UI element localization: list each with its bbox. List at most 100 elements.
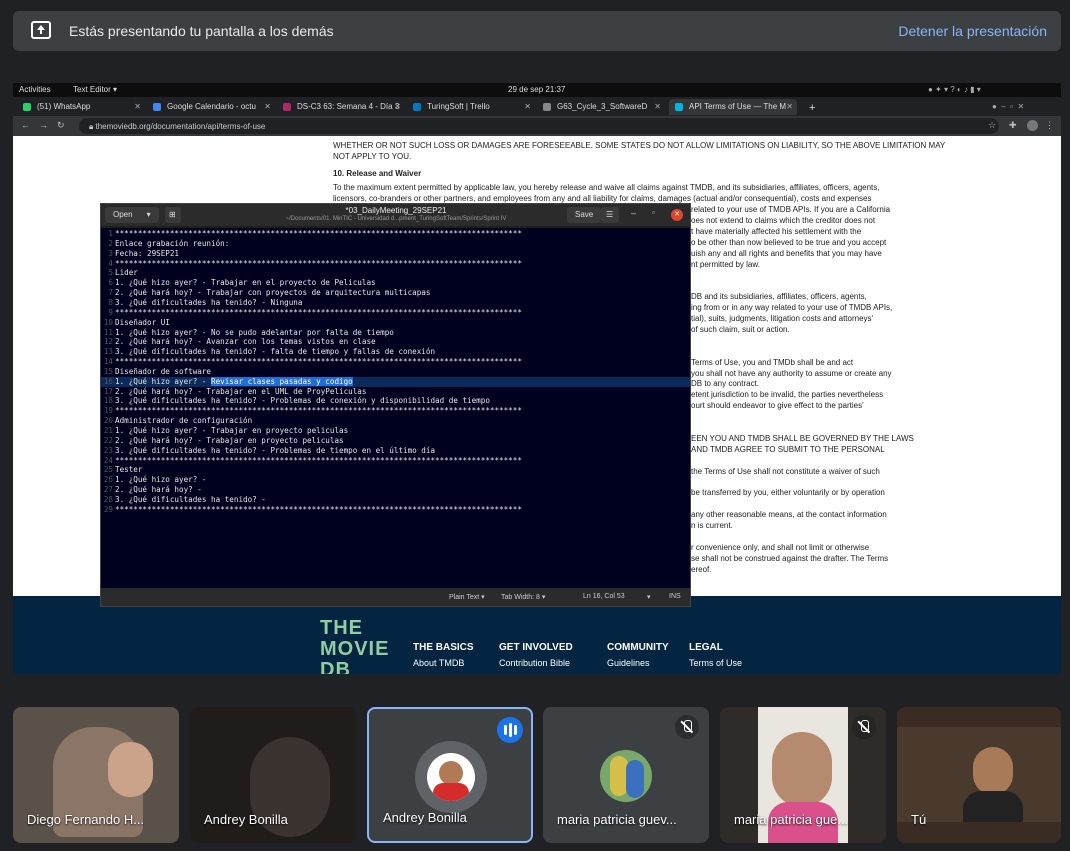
profile-avatar[interactable]	[1027, 120, 1038, 131]
code-line[interactable]: 1 ***************************************…	[101, 229, 690, 239]
close-tab-icon[interactable]: ✕	[264, 102, 271, 111]
code-line[interactable]: 2 Enlace grabación reunión:	[101, 239, 690, 249]
url-input[interactable]: 🔒︎ themoviedb.org/documentation/api/term…	[79, 118, 999, 134]
browser-tab[interactable]: G63_Cycle_3_SoftwareD ✕	[537, 99, 665, 115]
forward-icon[interactable]: →	[39, 120, 48, 130]
reload-icon[interactable]: ↻	[57, 120, 65, 131]
code-line[interactable]: 25 Tester	[101, 465, 690, 475]
window-controls[interactable]: ● – ▫ ✕	[988, 99, 1058, 115]
browser-tab[interactable]: DS-C3 63: Semana 4 - Día 3 ✕	[277, 99, 405, 115]
code-line[interactable]: 3 Fecha: 29SEP21	[101, 249, 690, 259]
close-tab-icon[interactable]: ✕	[524, 102, 531, 111]
footer-link[interactable]: About TMDB	[413, 657, 474, 669]
line-text: 2. ¿Qué hará hoy? -	[115, 485, 202, 495]
code-line[interactable]: 5 Lider	[101, 268, 690, 278]
code-line[interactable]: 10 Diseñador UI	[101, 318, 690, 328]
close-window-icon[interactable]: ✕	[671, 209, 683, 221]
activities-button[interactable]: Activities	[19, 85, 51, 94]
code-line[interactable]: 24 **************************************…	[101, 456, 690, 466]
terms-text: To the maximum extent permitted by appli…	[333, 183, 880, 192]
footer-link[interactable]: Terms of Use	[689, 657, 742, 669]
code-line[interactable]: 20 Administrador de configuración	[101, 416, 690, 426]
tmdb-icon	[675, 103, 683, 111]
menu-icon[interactable]: ⋮	[1045, 120, 1054, 131]
code-line[interactable]: 18 3. ¿Qué dificultades ha tenido? - Prob…	[101, 396, 690, 406]
line-text: 2. ¿Qué hará hoy? - Avanzar con los tema…	[115, 337, 376, 347]
code-line[interactable]: 7 2. ¿Qué hará hoy? - Trabajar con proyec…	[101, 288, 690, 298]
code-line[interactable]: 28 3. ¿Qué dificultades ha tenido? -	[101, 495, 690, 505]
participant-name: Diego Fernando H...	[27, 812, 145, 827]
participant-tile-self[interactable]: Tú	[897, 707, 1061, 843]
code-line[interactable]: 29 **************************************…	[101, 505, 690, 515]
participant-tile-speaking[interactable]: Andrey Bonilla	[367, 707, 533, 843]
terms-text: tial), suits, judgments, litigation cost…	[691, 314, 874, 323]
browser-tab[interactable]: Google Calendario - octu ✕	[147, 99, 275, 115]
line-text: Administrador de configuración	[115, 416, 253, 426]
browser-tab[interactable]: TuringSoft | Trello ✕	[407, 99, 535, 115]
code-area[interactable]: 1 ***************************************…	[101, 228, 690, 588]
code-line[interactable]: 6 1. ¿Qué hizo ayer? - Trabajar en el pro…	[101, 278, 690, 288]
line-text: 1. ¿Qué hizo ayer? -	[115, 475, 207, 485]
syntax-selector[interactable]: Plain Text ▾	[449, 593, 485, 601]
extensions-icon[interactable]: ✚	[1009, 120, 1017, 131]
close-tab-icon[interactable]: ✕	[654, 102, 661, 111]
code-line[interactable]: 22 2. ¿Qué hará hoy? - Trabajar en proyec…	[101, 436, 690, 446]
code-line[interactable]: 11 1. ¿Qué hizo ayer? - No se pudo adelan…	[101, 328, 690, 338]
code-line[interactable]: 14 **************************************…	[101, 357, 690, 367]
code-line[interactable]: 26 1. ¿Qué hizo ayer? -	[101, 475, 690, 485]
new-tab-icon[interactable]: ⊞	[165, 207, 181, 223]
tab-width-selector[interactable]: Tab Width: 8 ▾	[501, 593, 545, 601]
terms-text: any other reasonable means, at the conta…	[691, 510, 887, 520]
app-menu[interactable]: Text Editor ▾	[73, 85, 117, 94]
code-line[interactable]: 15 Diseñador de software	[101, 367, 690, 377]
line-text: 3. ¿Qué dificultades ha tenido? -	[115, 494, 266, 504]
code-line[interactable]: 13 3. ¿Qué dificultades ha tenido? - falt…	[101, 347, 690, 357]
terms-text: DB and its subsidiaries, affiliates, off…	[691, 292, 867, 302]
bookmark-star-icon[interactable]: ☆	[988, 120, 996, 131]
terms-text: EEN YOU AND TMDB SHALL BE GOVERNED BY TH…	[691, 433, 914, 443]
code-line[interactable]: 23 3. ¿Qué dificultades ha tenido? - Prob…	[101, 446, 690, 456]
shared-screen: Activities Text Editor ▾ 29 de sep 21:37…	[13, 83, 1061, 674]
save-button[interactable]: Save	[567, 207, 602, 223]
section-heading: 10. Release and Waiver	[333, 169, 422, 178]
minimize-icon[interactable]: –	[631, 208, 636, 218]
terms-text: se shall not be construed against the dr…	[691, 553, 889, 563]
position-dropdown-icon[interactable]: ▾	[647, 593, 651, 601]
participant-tile[interactable]: Andrey Bonilla	[190, 707, 356, 843]
code-line[interactable]: 12 2. ¿Qué hará hoy? - Avanzar con los te…	[101, 337, 690, 347]
footer-link[interactable]: Contribution Bible	[499, 657, 573, 669]
back-icon[interactable]: ←	[21, 120, 30, 130]
close-tab-icon[interactable]: ✕	[786, 102, 793, 111]
participant-tile[interactable]: Diego Fernando H...	[13, 707, 179, 843]
line-number: 26	[103, 475, 113, 485]
insert-mode[interactable]: INS	[669, 593, 681, 600]
browser-tab[interactable]: (51) WhatsApp ✕	[17, 99, 145, 115]
line-number: 21	[103, 426, 113, 435]
maximize-icon[interactable]: ▫	[652, 208, 655, 217]
code-line[interactable]: 27 2. ¿Qué hará hoy? -	[101, 485, 690, 495]
footer-link[interactable]: Guidelines	[607, 657, 669, 669]
participant-tile[interactable]: maria patricia guev...	[543, 707, 709, 843]
code-line[interactable]: 8 3. ¿Qué dificultades ha tenido? - Ningu…	[101, 298, 690, 308]
code-line[interactable]: 21 1. ¿Qué hizo ayer? - Trabajar en proye…	[101, 426, 690, 436]
hamburger-menu-icon[interactable]: ☰	[601, 207, 619, 223]
avatar-shirt	[433, 783, 469, 801]
code-line[interactable]: 16 1. ¿Qué hizo ayer? - Revisar clases pa…	[101, 376, 690, 387]
tmdb-logo[interactable]: THE MOVIE DB	[320, 618, 389, 675]
terms-text: of such claim, suit or action.	[691, 324, 790, 334]
code-line[interactable]: 4 ***************************************…	[101, 259, 690, 269]
close-tab-icon[interactable]: ✕	[394, 102, 401, 111]
code-line[interactable]: 19 **************************************…	[101, 406, 690, 416]
line-number: 10	[103, 317, 113, 327]
system-tray-icons[interactable]: ● ✦ ▾ ? ◐ ♪ ▮ ▾	[928, 85, 981, 94]
editor-header-bar: Open ▾ ⊞ *03_DailyMeeting_29SEP21 ~/Docum…	[101, 204, 690, 226]
new-tab-button[interactable]: +	[803, 99, 823, 115]
stop-presenting-button[interactable]: Detener la presentación	[898, 23, 1047, 39]
code-line[interactable]: 9 ***************************************…	[101, 308, 690, 318]
code-line[interactable]: 17 2. ¿Qué hará hoy? - Trabajar en el UML…	[101, 387, 690, 397]
cursor-position[interactable]: Ln 16, Col 53	[583, 593, 625, 600]
browser-tab-active[interactable]: API Terms of Use — The M ✕	[669, 99, 797, 115]
participant-tile[interactable]: maria patricia gue...	[720, 707, 886, 843]
open-button[interactable]: Open ▾	[105, 207, 159, 223]
close-tab-icon[interactable]: ✕	[134, 102, 141, 111]
